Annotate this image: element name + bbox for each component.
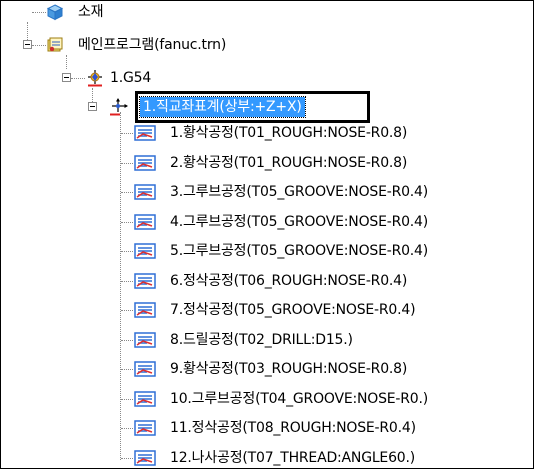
tree-node-label: 5.그루브공정(T05_GROOVE:NOSE-R0.4) (170, 243, 429, 259)
tree-connector (121, 133, 133, 134)
tree-connector (121, 428, 133, 429)
toolpath-icon (134, 243, 156, 259)
tree-node-label: 12.나사공정(T07_THREAD:ANGLE60.) (170, 450, 416, 466)
tree-node-operation[interactable]: 12.나사공정(T07_THREAD:ANGLE60.) (0, 447, 415, 469)
tree-connector (121, 251, 133, 252)
tree-node-label: 10.그루브공정(T04_GROOVE:NOSE-R0.) (170, 391, 429, 407)
tree-connector (121, 340, 133, 341)
axis-icon (110, 98, 128, 116)
tree-connector (121, 369, 133, 370)
tree-node-operation[interactable]: 1.황삭공정(T01_ROUGH:NOSE-R0.8) (0, 122, 407, 144)
tree-node-program[interactable]: 메인프로그램(fanuc.trn) (0, 34, 290, 56)
toolpath-icon (134, 125, 156, 141)
tree-node-label: 1.황삭공정(T01_ROUGH:NOSE-R0.8) (170, 125, 408, 141)
tree-connector (121, 399, 133, 400)
tree-node-coordinate-system[interactable]: 1.직교좌표계(상부:+Z+X) (0, 96, 370, 118)
tree-node-operation[interactable]: 8.드릴공정(T02_DRILL:D15.) (0, 329, 400, 351)
cube-icon (46, 4, 64, 21)
collapse-toggle[interactable] (23, 40, 32, 49)
tree-node-label: 1.G54 (110, 70, 152, 86)
tree-connector (121, 163, 133, 164)
tree-node-label: 4.그루브공정(T05_GROOVE:NOSE-R0.4) (170, 214, 429, 230)
tree-node-operation[interactable]: 3.그루브공정(T05_GROOVE:NOSE-R0.4) (0, 181, 428, 203)
tree-node-operation[interactable]: 2.황삭공정(T01_ROUGH:NOSE-R0.8) (0, 152, 407, 174)
tree-node-label: 6.정삭공정(T06_ROUGH:NOSE-R0.4) (170, 273, 408, 289)
work-coordinate-icon (88, 70, 102, 87)
tree-node-operation[interactable]: 5.그루브공정(T05_GROOVE:NOSE-R0.4) (0, 240, 428, 262)
tree-node-label: 소재 (78, 4, 104, 20)
tree-node-label: 3.그루브공정(T05_GROOVE:NOSE-R0.4) (170, 184, 429, 200)
toolpath-icon (134, 184, 156, 200)
tree-node-operation[interactable]: 10.그루브공정(T04_GROOVE:NOSE-R0.) (0, 388, 428, 410)
toolpath-icon (134, 302, 156, 318)
tree-connector (121, 222, 133, 223)
tree-node-operation[interactable]: 9.황삭공정(T03_ROUGH:NOSE-R0.8) (0, 358, 407, 380)
toolpath-icon (134, 332, 156, 348)
toolpath-icon (134, 450, 156, 466)
tree-connector (121, 458, 133, 459)
tree-node-label: 9.황삭공정(T03_ROUGH:NOSE-R0.8) (170, 361, 408, 377)
toolpath-icon (134, 155, 156, 171)
operation-tree: 소재 메인프로그램(fanuc.trn) 1.G54 1.직교좌표계(상부:+Z… (0, 0, 537, 472)
tree-node-work-coordinate[interactable]: 1.G54 (0, 67, 180, 89)
tree-node-label: 8.드릴공정(T02_DRILL:D15.) (170, 332, 353, 348)
toolpath-icon (134, 420, 156, 436)
tree-node-stock[interactable]: 소재 (0, 1, 160, 23)
tree-node-operation[interactable]: 6.정삭공정(T06_ROUGH:NOSE-R0.4) (0, 270, 407, 292)
tree-node-label: 2.황삭공정(T01_ROUGH:NOSE-R0.8) (170, 155, 408, 171)
tree-node-operation[interactable]: 7.정삭공정(T05_GROOVE:NOSE-R0.4) (0, 299, 416, 321)
program-icon (47, 37, 63, 52)
tree-node-label: 11.정삭공정(T08_ROUGH:NOSE-R0.4) (170, 420, 416, 436)
tree-node-label: 1.직교좌표계(상부:+Z+X) (139, 96, 306, 118)
toolpath-icon (134, 273, 156, 289)
toolpath-icon (134, 391, 156, 407)
collapse-toggle[interactable] (62, 73, 71, 82)
tree-node-operation[interactable]: 11.정삭공정(T08_ROUGH:NOSE-R0.4) (0, 417, 416, 439)
tree-connector (121, 192, 133, 193)
tree-connector (121, 281, 133, 282)
collapse-toggle[interactable] (88, 102, 97, 111)
toolpath-icon (134, 361, 156, 377)
tree-connector (121, 310, 133, 311)
tree-node-label: 7.정삭공정(T05_GROOVE:NOSE-R0.4) (170, 302, 416, 318)
toolpath-icon (134, 214, 156, 230)
tree-node-label: 메인프로그램(fanuc.trn) (78, 37, 227, 53)
tree-node-operation[interactable]: 4.그루브공정(T05_GROOVE:NOSE-R0.4) (0, 211, 428, 233)
